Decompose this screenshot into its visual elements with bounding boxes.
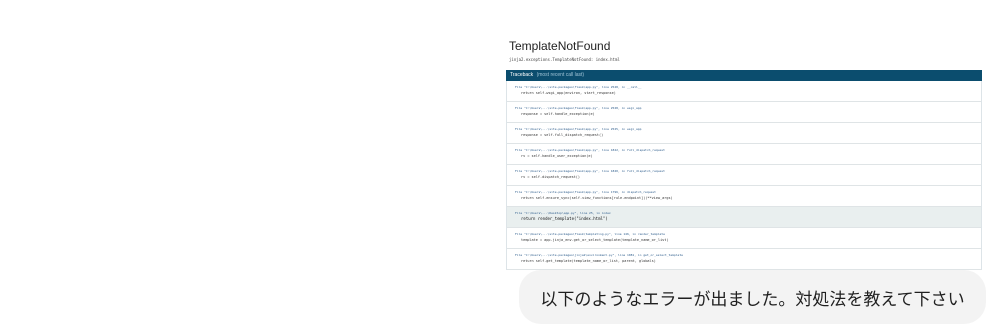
chat-message-text: 以下のようなエラーが出ました。対処法を教えて下さい: [540, 289, 965, 310]
traceback-frame[interactable]: File "C:\Users\...\site-packages\flask\a…: [507, 102, 981, 123]
traceback-frame[interactable]: File "C:\Users\...\site-packages\flask\a…: [507, 186, 981, 207]
traceback-header: Traceback (most recent call last): [506, 70, 982, 81]
traceback-frames: File "C:\Users\...\site-packages\flask\a…: [506, 81, 982, 270]
traceback-frame[interactable]: File "C:\Users\...\site-packages\jinja2\…: [507, 249, 981, 270]
traceback-frame[interactable]: File "C:\Users\...\site-packages\flask\a…: [507, 123, 981, 144]
error-subtitle: jinja2.exceptions.TemplateNotFound: inde…: [509, 57, 620, 62]
frame-source-code: response = self.handle_exception(e): [521, 112, 595, 116]
traceback-label: Traceback: [510, 72, 534, 78]
frame-source-code: response = self.full_dispatch_request(): [521, 133, 604, 137]
error-screenshot: TemplateNotFound jinja2.exceptions.Templ…: [506, 34, 982, 270]
frame-source-code: return self.wsgi_app(environ, start_resp…: [521, 91, 616, 95]
frame-source-code: rv = self.handle_user_exception(e): [521, 154, 593, 158]
traceback-switch-link[interactable]: (most recent call last): [537, 72, 585, 78]
traceback-frame[interactable]: File "C:\Users\...\Desktop\app.py", line…: [507, 207, 981, 228]
traceback-frame[interactable]: File "C:\Users\...\site-packages\flask\t…: [507, 228, 981, 249]
traceback-frame[interactable]: File "C:\Users\...\site-packages\flask\a…: [507, 165, 981, 186]
error-title: TemplateNotFound: [509, 39, 611, 53]
frame-source-code: rv = self.dispatch_request(): [521, 175, 581, 179]
traceback-frame[interactable]: File "C:\Users\...\site-packages\flask\a…: [507, 81, 981, 102]
frame-source-code: return render_template("index.html"): [521, 216, 608, 221]
chat-message-bubble: 以下のようなエラーが出ました。対処法を教えて下さい: [519, 270, 986, 324]
frame-source-code: return self.get_template(template_name_o…: [521, 259, 656, 263]
frame-source-code: template = app.jinja_env.get_or_select_t…: [521, 238, 669, 242]
frame-source-code: return self.ensure_sync(self.view_functi…: [521, 196, 673, 200]
traceback-frame[interactable]: File "C:\Users\...\site-packages\flask\a…: [507, 144, 981, 165]
